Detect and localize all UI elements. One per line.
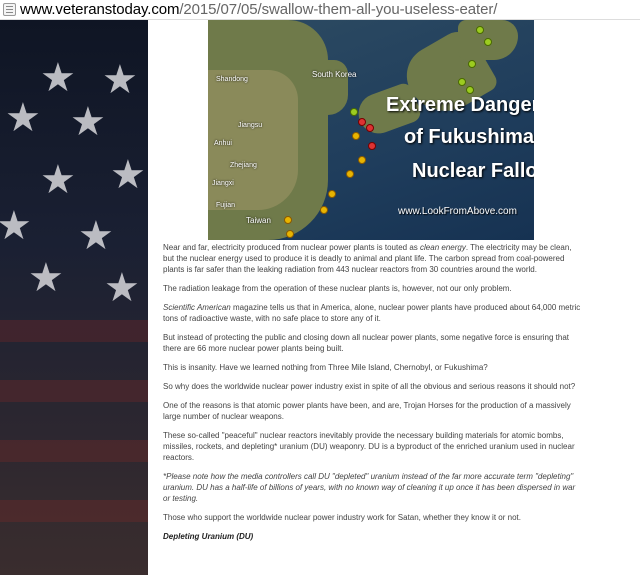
reactor-marker-icon [458,78,466,86]
address-bar[interactable]: www.veteranstoday.com/2015/07/05/swallow… [0,0,640,20]
star-icon: ★ [102,58,138,102]
flag-background: ★ ★ ★ ★ ★ ★ ★ ★ ★ ★ [0,20,148,575]
image-headline-line-2: of Fukushima [404,126,534,148]
reactor-marker-icon [352,132,360,140]
reactor-marker-icon [368,142,376,150]
page-margin-right [588,20,640,575]
star-icon: ★ [70,100,106,144]
reactor-marker-icon [284,216,292,224]
image-headline-line-3: Nuclear Fallout [412,160,534,182]
paragraph: One of the reasons is that atomic power … [163,401,571,421]
section-heading: Depleting Uranium (DU) [163,532,254,541]
map-label-shandong: Shandong [216,76,248,83]
paragraph: The radiation leakage from the operation… [163,284,512,293]
reactor-marker-icon [468,60,476,68]
article-content: South Korea Shandong Anhui Jiangsu Zheji… [148,20,588,575]
url-path: /2015/07/05/swallow-them-all-you-useless… [179,1,498,18]
reactor-marker-icon [366,124,374,132]
star-icon: ★ [0,204,32,248]
map-label-taiwan: Taiwan [246,216,271,225]
reactor-marker-icon [320,206,328,214]
star-icon: ★ [110,153,146,197]
article-image-map: South Korea Shandong Anhui Jiangsu Zheji… [208,20,534,240]
map-label-fujian: Fujian [216,202,236,209]
map-label-jiangsu: Jiangsu [238,122,263,129]
url-domain: www.veteranstoday.com [20,1,180,18]
reactor-marker-icon [358,156,366,164]
paragraph: But instead of protecting the public and… [163,333,570,353]
reactor-marker-icon [328,190,336,198]
paragraph: Near and far, electricity produced from … [163,243,572,274]
footnote-paragraph: *Please note how the media controllers c… [163,472,576,503]
image-headline-line-1: Extreme Dangers [386,94,534,116]
image-credit: www.LookFromAbove.com [398,206,517,217]
reactor-marker-icon [484,38,492,46]
map-label-south-korea: South Korea [312,70,357,79]
reactor-marker-icon [358,118,366,126]
paragraph: Scientific American magazine tells us th… [163,303,581,323]
reactor-marker-icon [466,86,474,94]
star-icon: ★ [104,266,140,310]
reactor-marker-icon [346,170,354,178]
paragraph: So why does the worldwide nuclear power … [163,382,576,391]
article-body: Near and far, electricity produced from … [163,242,583,550]
paragraph: These so-called "peaceful" nuclear react… [163,431,575,462]
reactor-marker-icon [286,230,294,238]
paragraph: Those who support the worldwide nuclear … [163,513,521,522]
reactor-marker-icon [350,108,358,116]
star-icon: ★ [40,158,76,202]
reactor-marker-icon [476,26,484,34]
url-text[interactable]: www.veteranstoday.com/2015/07/05/swallow… [20,1,497,18]
map-label-jiangxi: Jiangxi [212,180,234,187]
star-icon: ★ [78,214,114,258]
page-icon [3,3,16,16]
paragraph: This is insanity. Have we learned nothin… [163,363,488,372]
map-label-anhui: Anhui [214,140,232,147]
map-label-zhejiang: Zhejiang [230,162,257,169]
star-icon: ★ [5,96,41,140]
star-icon: ★ [28,256,64,300]
star-icon: ★ [40,56,76,100]
